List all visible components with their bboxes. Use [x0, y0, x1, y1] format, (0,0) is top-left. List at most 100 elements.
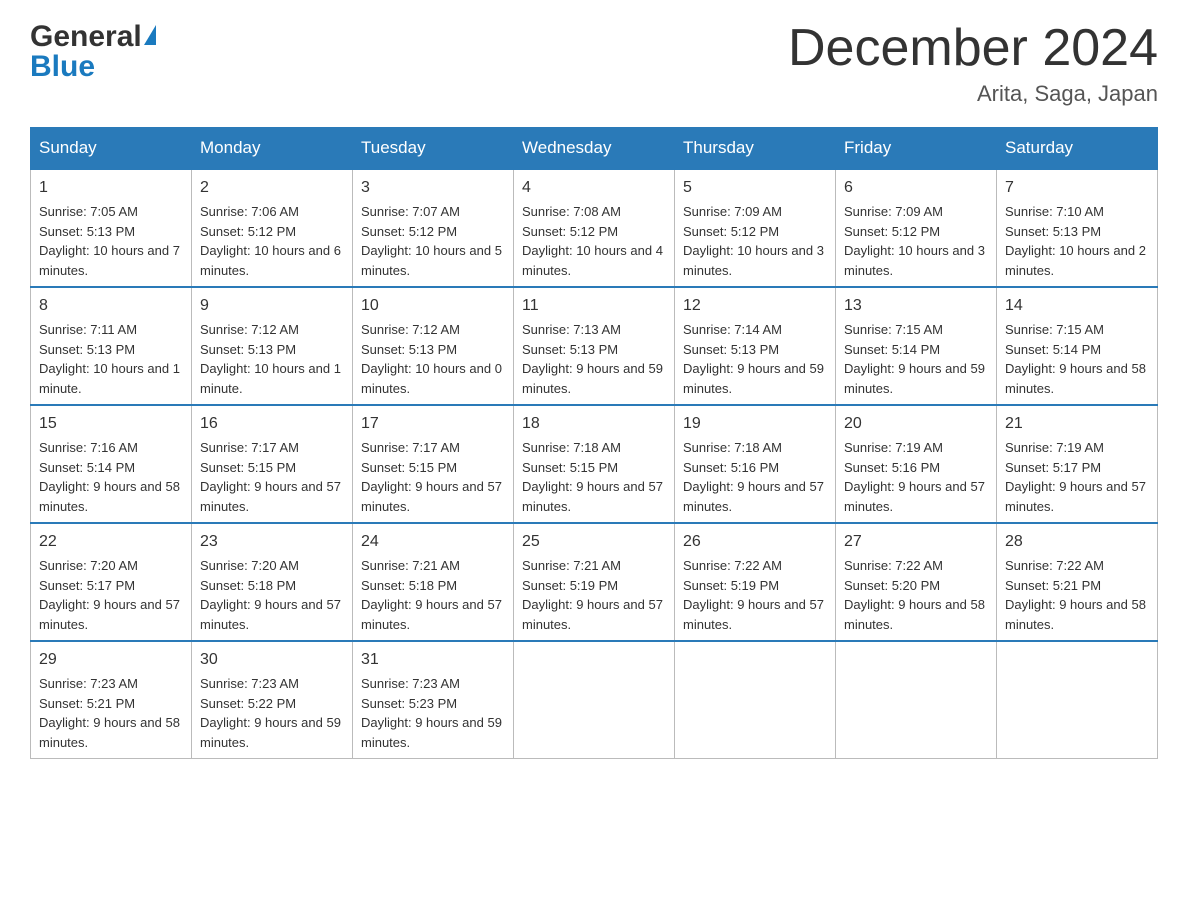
sunset-label: Sunset: 5:20 PM [844, 578, 940, 593]
calendar-cell: 8Sunrise: 7:11 AMSunset: 5:13 PMDaylight… [31, 287, 192, 405]
day-number: 27 [844, 530, 988, 554]
daylight-label: Daylight: 9 hours and 59 minutes. [200, 715, 341, 750]
sunrise-label: Sunrise: 7:17 AM [361, 440, 460, 455]
day-number: 16 [200, 412, 344, 436]
calendar-header-friday: Friday [836, 128, 997, 170]
day-number: 2 [200, 176, 344, 200]
sunrise-label: Sunrise: 7:18 AM [683, 440, 782, 455]
sunset-label: Sunset: 5:15 PM [522, 460, 618, 475]
sunrise-label: Sunrise: 7:18 AM [522, 440, 621, 455]
calendar-cell: 19 Sunrise: 7:18 AM Sunset: 5:16 PM Dayligh… [675, 405, 836, 523]
daylight-label: Daylight: 9 hours and 57 minutes. [39, 597, 180, 632]
calendar-cell: 4Sunrise: 7:08 AMSunset: 5:12 PMDaylight… [514, 169, 675, 287]
page-header: General Blue December 2024 Arita, Saga, … [30, 20, 1158, 107]
sunrise-label: Sunrise: 7:16 AM [39, 440, 138, 455]
calendar-header-sunday: Sunday [31, 128, 192, 170]
calendar-cell: 28 Sunrise: 7:22 AM Sunset: 5:21 PM Dayligh… [997, 523, 1158, 641]
sunset-label: Sunset: 5:16 PM [683, 460, 779, 475]
calendar-cell: 29Sunrise: 7:23 AMSunset: 5:21 PMDayligh… [31, 641, 192, 759]
sunrise-label: Sunrise: 7:08 AM [522, 204, 621, 219]
calendar-cell: 2Sunrise: 7:06 AMSunset: 5:12 PMDaylight… [192, 169, 353, 287]
sunrise-label: Sunrise: 7:12 AM [361, 322, 460, 337]
day-number: 8 [39, 294, 183, 318]
day-number: 6 [844, 176, 988, 200]
day-number: 30 [200, 648, 344, 672]
calendar-cell: 26Sunrise: 7:22 AMSunset: 5:19 PMDayligh… [675, 523, 836, 641]
sunrise-label: Sunrise: 7:19 AM [844, 440, 943, 455]
calendar-cell: 15Sunrise: 7:16 AMSunset: 5:14 PMDayligh… [31, 405, 192, 523]
calendar-cell: 23Sunrise: 7:20 AMSunset: 5:18 PMDayligh… [192, 523, 353, 641]
sunrise-label: Sunrise: 7:23 AM [200, 676, 299, 691]
month-title: December 2024 [788, 20, 1158, 77]
calendar-header-saturday: Saturday [997, 128, 1158, 170]
sunrise-label: Sunrise: 7:23 AM [361, 676, 460, 691]
sunrise-label: Sunrise: 7:17 AM [200, 440, 299, 455]
calendar-cell: 14Sunrise: 7:15 AMSunset: 5:14 PMDayligh… [997, 287, 1158, 405]
calendar-cell [675, 641, 836, 759]
sunrise-label: Sunrise: 7:10 AM [1005, 204, 1104, 219]
sunset-label: Sunset: 5:13 PM [39, 342, 135, 357]
daylight-label: Daylight: 10 hours and 1 minute. [39, 361, 180, 396]
calendar-header-monday: Monday [192, 128, 353, 170]
daylight-label: Daylight: 9 hours and 58 minutes. [1005, 361, 1146, 396]
sunset-label: Sunset: 5:14 PM [844, 342, 940, 357]
sunrise-label: Sunrise: 7:12 AM [200, 322, 299, 337]
calendar-week-row: 22Sunrise: 7:20 AMSunset: 5:17 PMDayligh… [31, 523, 1158, 641]
calendar-cell: 22Sunrise: 7:20 AMSunset: 5:17 PMDayligh… [31, 523, 192, 641]
daylight-label: Daylight: 9 hours and 58 minutes. [39, 479, 180, 514]
sunset-label: Sunset: 5:21 PM [1005, 578, 1101, 593]
sunset-label: Sunset: 5:12 PM [844, 224, 940, 239]
sunset-label: Sunset: 5:17 PM [1005, 460, 1101, 475]
daylight-label: Daylight: 9 hours and 58 minutes. [844, 597, 985, 632]
daylight-label: Daylight: 9 hours and 58 minutes. [1005, 597, 1146, 632]
sunset-label: Sunset: 5:16 PM [844, 460, 940, 475]
sunrise-label: Sunrise: 7:09 AM [683, 204, 782, 219]
sunset-label: Sunset: 5:13 PM [683, 342, 779, 357]
sunset-label: Sunset: 5:22 PM [200, 696, 296, 711]
daylight-label: Daylight: 9 hours and 58 minutes. [39, 715, 180, 750]
daylight-label: Daylight: 9 hours and 57 minutes. [683, 479, 824, 514]
sunset-label: Sunset: 5:13 PM [522, 342, 618, 357]
day-number: 5 [683, 176, 827, 200]
sunset-label: Sunset: 5:14 PM [1005, 342, 1101, 357]
daylight-label: Daylight: 10 hours and 3 minutes. [844, 243, 985, 278]
sunset-label: Sunset: 5:12 PM [200, 224, 296, 239]
sunrise-label: Sunrise: 7:22 AM [1005, 558, 1104, 573]
daylight-label: Daylight: 9 hours and 57 minutes. [683, 597, 824, 632]
daylight-label: Daylight: 9 hours and 57 minutes. [361, 597, 502, 632]
day-number: 22 [39, 530, 183, 554]
sunrise-label: Sunrise: 7:19 AM [1005, 440, 1104, 455]
daylight-label: Daylight: 9 hours and 59 minutes. [361, 715, 502, 750]
daylight-label: Daylight: 9 hours and 57 minutes. [522, 597, 663, 632]
day-number: 26 [683, 530, 827, 554]
calendar-cell: 13Sunrise: 7:15 AMSunset: 5:14 PMDayligh… [836, 287, 997, 405]
day-number: 19 [683, 412, 827, 436]
sunset-label: Sunset: 5:13 PM [39, 224, 135, 239]
sunrise-label: Sunrise: 7:14 AM [683, 322, 782, 337]
daylight-label: Daylight: 9 hours and 57 minutes. [522, 479, 663, 514]
daylight-label: Daylight: 9 hours and 59 minutes. [683, 361, 824, 396]
logo-triangle-icon [144, 25, 156, 45]
calendar-cell: 6Sunrise: 7:09 AMSunset: 5:12 PMDaylight… [836, 169, 997, 287]
sunrise-label: Sunrise: 7:20 AM [39, 558, 138, 573]
sunset-label: Sunset: 5:15 PM [200, 460, 296, 475]
logo-blue-text: Blue [30, 50, 95, 84]
sunset-label: Sunset: 5:21 PM [39, 696, 135, 711]
logo-general-text: General [30, 20, 142, 54]
sunrise-label: Sunrise: 7:15 AM [844, 322, 943, 337]
sunrise-label: Sunrise: 7:21 AM [522, 558, 621, 573]
calendar-cell: 16Sunrise: 7:17 AMSunset: 5:15 PMDayligh… [192, 405, 353, 523]
day-number: 14 [1005, 294, 1149, 318]
logo: General Blue [30, 20, 156, 84]
calendar-cell: 9Sunrise: 7:12 AMSunset: 5:13 PMDaylight… [192, 287, 353, 405]
sunset-label: Sunset: 5:15 PM [361, 460, 457, 475]
calendar-cell: 24Sunrise: 7:21 AMSunset: 5:18 PMDayligh… [353, 523, 514, 641]
calendar-header-thursday: Thursday [675, 128, 836, 170]
day-number: 12 [683, 294, 827, 318]
daylight-label: Daylight: 10 hours and 6 minutes. [200, 243, 341, 278]
day-number: 28 [1005, 530, 1149, 554]
calendar-cell: 31Sunrise: 7:23 AMSunset: 5:23 PMDayligh… [353, 641, 514, 759]
calendar-cell: 17Sunrise: 7:17 AMSunset: 5:15 PMDayligh… [353, 405, 514, 523]
sunset-label: Sunset: 5:12 PM [361, 224, 457, 239]
sunset-label: Sunset: 5:13 PM [361, 342, 457, 357]
